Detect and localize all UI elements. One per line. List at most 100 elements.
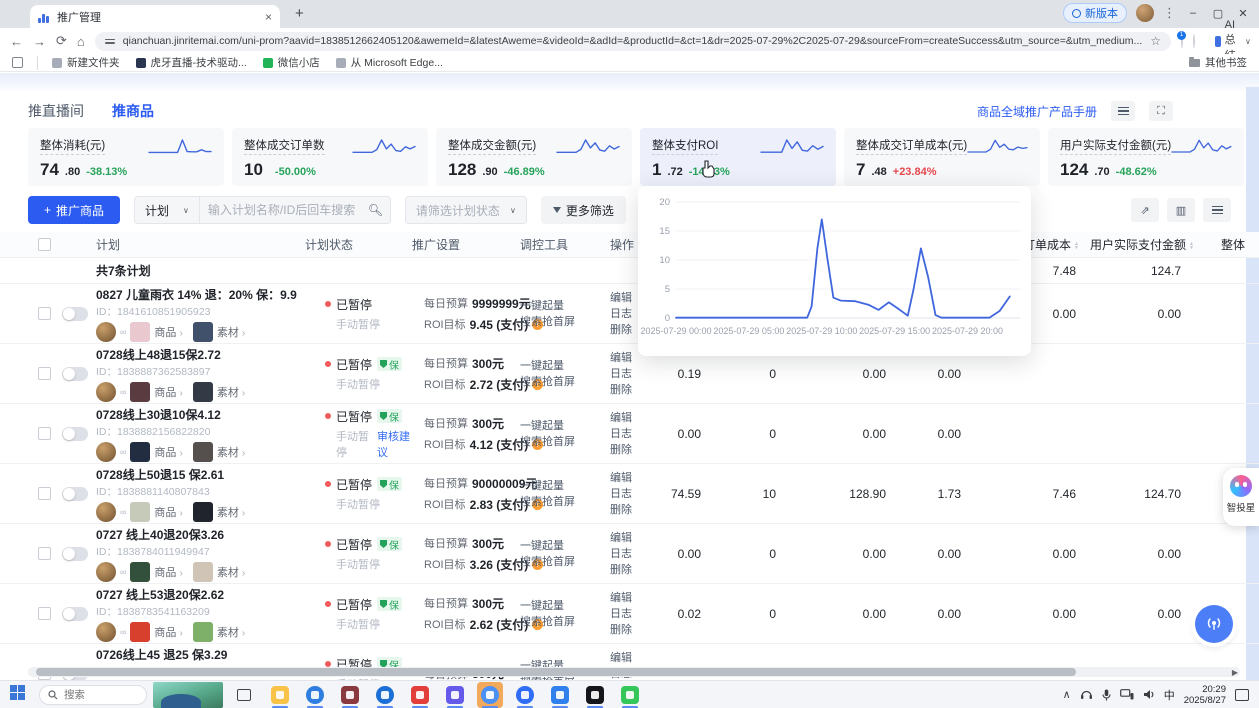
product-thumbnail[interactable]: [130, 562, 150, 582]
search-top-screen-link[interactable]: 搜索抢首屏: [520, 554, 598, 570]
new-tab-button[interactable]: +: [295, 5, 304, 22]
taskbar-app-qianchuan-app[interactable]: [477, 682, 503, 708]
product-manual-link[interactable]: 商品全域推广产品手册: [977, 103, 1097, 120]
taskbar-app-app-store[interactable]: [337, 682, 363, 708]
tab-close-icon[interactable]: ×: [265, 10, 272, 24]
product-thumbnail[interactable]: [130, 382, 150, 402]
material-link[interactable]: 素材 ›: [217, 564, 245, 580]
taskbar-search-input[interactable]: [64, 689, 124, 701]
taskbar-app-blue-circle-app[interactable]: [512, 682, 538, 708]
log-link[interactable]: 日志: [610, 486, 648, 502]
side-panel-icon[interactable]: [12, 57, 23, 68]
stat-card[interactable]: 整体成交订单数 10 -50.00%: [232, 128, 428, 186]
bookmark-item[interactable]: 虎牙直播-技术驱动...: [136, 55, 247, 70]
sort-icon[interactable]: ▲▼: [1074, 242, 1079, 250]
material-link[interactable]: 素材 ›: [217, 624, 245, 640]
stat-card[interactable]: 用户实际支付金额(元) 124.70 -48.62%: [1048, 128, 1244, 186]
search-top-screen-link[interactable]: 搜索抢首屏: [520, 314, 598, 330]
delete-link[interactable]: 删除: [610, 502, 648, 518]
address-bar[interactable]: qianchuan.jinritemai.com/uni-prom?aavid=…: [95, 32, 1171, 51]
material-link[interactable]: 素材 ›: [217, 504, 245, 520]
weather-widget[interactable]: [153, 682, 223, 708]
plan-title[interactable]: 0728线上48退15保2.72: [96, 346, 297, 363]
col-metric[interactable]: 整体▲▼: [1195, 236, 1259, 253]
notification-center-icon[interactable]: [1235, 689, 1249, 701]
back-button[interactable]: ←: [10, 34, 23, 49]
fullscreen-button[interactable]: ⛶: [1149, 101, 1173, 121]
search-top-screen-link[interactable]: 搜索抢首屏: [520, 434, 598, 450]
custom-columns-button[interactable]: ▥: [1167, 198, 1195, 222]
product-thumbnail[interactable]: [130, 322, 150, 342]
window-minimize-button[interactable]: –: [1185, 7, 1201, 19]
tray-expand-icon[interactable]: ∧: [1063, 688, 1071, 701]
page-tab[interactable]: 推直播间: [28, 101, 84, 121]
taskbar-app-outlook[interactable]: [372, 682, 398, 708]
home-button[interactable]: ⌂: [77, 34, 85, 49]
bookmark-item[interactable]: 新建文件夹: [52, 55, 120, 70]
volume-icon[interactable]: [1143, 689, 1155, 700]
edit-link[interactable]: 编辑: [610, 470, 648, 486]
taskbar-app-edge-browser[interactable]: [302, 682, 328, 708]
row-enable-toggle[interactable]: [62, 307, 88, 321]
edit-link[interactable]: 编辑: [610, 590, 648, 606]
extension-icon[interactable]: 1: [1181, 34, 1183, 48]
product-thumbnail[interactable]: [130, 502, 150, 522]
browser-tab[interactable]: 推广管理 ×: [30, 5, 280, 28]
product-link[interactable]: 商品 ›: [154, 324, 182, 340]
taskbar-app-blue-app[interactable]: [547, 682, 573, 708]
zhitouxing-widget[interactable]: 智投星: [1223, 468, 1259, 526]
row-enable-toggle[interactable]: [62, 367, 88, 381]
row-checkbox[interactable]: [38, 367, 51, 380]
product-link[interactable]: 商品 ›: [154, 624, 182, 640]
edit-link[interactable]: 编辑: [610, 530, 648, 546]
review-suggestion-link[interactable]: 审核建议: [377, 428, 412, 460]
material-thumbnail[interactable]: [193, 622, 213, 642]
promote-product-button[interactable]: +推广商品: [28, 196, 120, 224]
material-link[interactable]: 素材 ›: [217, 384, 245, 400]
log-link[interactable]: 日志: [610, 426, 648, 442]
stat-card[interactable]: 整体成交金额(元) 128.90 -46.89%: [436, 128, 632, 186]
microphone-icon[interactable]: [1102, 689, 1111, 701]
share-export-button[interactable]: ⇗: [1131, 198, 1159, 222]
metrics-settings-button[interactable]: [1111, 101, 1135, 121]
stat-card[interactable]: 整体消耗(元) 74.80 -38.13%: [28, 128, 224, 186]
task-view-button[interactable]: [237, 689, 251, 701]
plan-search-input[interactable]: [200, 203, 368, 217]
product-link[interactable]: 商品 ›: [154, 384, 182, 400]
extensions-puzzle-icon[interactable]: [1193, 34, 1195, 48]
product-link[interactable]: 商品 ›: [154, 444, 182, 460]
edit-link[interactable]: 编辑: [610, 650, 648, 666]
select-all-checkbox[interactable]: [38, 238, 51, 251]
bookmark-item[interactable]: 微信小店: [263, 55, 320, 70]
ime-indicator[interactable]: 中: [1164, 687, 1175, 703]
browser-menu-icon[interactable]: ⋮: [1163, 5, 1176, 21]
delete-link[interactable]: 删除: [610, 442, 648, 458]
plan-title[interactable]: 0728线上30退10保4.12: [96, 406, 297, 423]
customer-service-button[interactable]: [1195, 605, 1233, 643]
network-icon[interactable]: [1120, 689, 1134, 700]
row-enable-toggle[interactable]: [62, 487, 88, 501]
row-checkbox[interactable]: [38, 487, 51, 500]
search-top-screen-link[interactable]: 搜索抢首屏: [520, 374, 598, 390]
row-enable-toggle[interactable]: [62, 427, 88, 441]
more-filters-button[interactable]: 更多筛选: [541, 196, 626, 224]
row-checkbox[interactable]: [38, 547, 51, 560]
plan-title[interactable]: 0727 线上40退20保3.26: [96, 526, 297, 543]
start-button[interactable]: [10, 685, 25, 705]
plan-title[interactable]: 0728线上50退15 保2.61: [96, 466, 297, 483]
taskbar-app-file-explorer[interactable]: [267, 682, 293, 708]
window-maximize-button[interactable]: ▢: [1210, 7, 1226, 20]
one-key-boost-link[interactable]: 一键起量: [520, 598, 598, 614]
taskbar-search[interactable]: [39, 685, 147, 705]
forward-button[interactable]: →: [33, 34, 46, 49]
material-thumbnail[interactable]: [193, 382, 213, 402]
table-settings-button[interactable]: [1203, 198, 1231, 222]
one-key-boost-link[interactable]: 一键起量: [520, 538, 598, 554]
taskbar-app-purple-app[interactable]: [442, 682, 468, 708]
row-checkbox[interactable]: [38, 307, 51, 320]
plan-status-select[interactable]: 请筛选计划状态∨: [405, 196, 527, 224]
one-key-boost-link[interactable]: 一键起量: [520, 298, 598, 314]
material-link[interactable]: 素材 ›: [217, 324, 245, 340]
one-key-boost-link[interactable]: 一键起量: [520, 478, 598, 494]
material-thumbnail[interactable]: [193, 322, 213, 342]
